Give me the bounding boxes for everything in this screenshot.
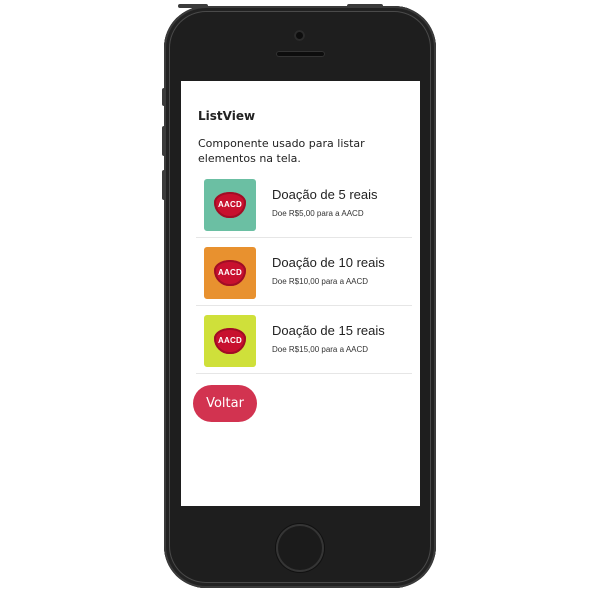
list-item-title: Doação de 15 reais: [272, 323, 385, 338]
list-item-subtitle: Doe R$15,00 para a AACD: [272, 345, 369, 354]
aacd-logo-icon: AACD: [214, 328, 246, 354]
phone-power-button: [347, 4, 383, 8]
app-screen: ListView Componente usado para listar el…: [181, 81, 420, 506]
home-button[interactable]: [276, 524, 324, 572]
list-item-title: Doação de 5 reais: [272, 187, 378, 202]
phone-mute-switch: [162, 88, 166, 106]
list-item-subtitle: Doe R$10,00 para a AACD: [272, 277, 369, 286]
page-title: ListView: [198, 109, 256, 123]
earpiece-speaker: [276, 51, 325, 57]
aacd-logo-thumbnail: AACD: [204, 179, 256, 231]
aacd-logo-icon: AACD: [214, 260, 246, 286]
phone-top-button: [178, 4, 208, 8]
aacd-logo-thumbnail: AACD: [204, 247, 256, 299]
list-item-donation-5[interactable]: AACD Doação de 5 reais Doe R$5,00 para a…: [196, 170, 412, 238]
donation-list: AACD Doação de 5 reais Doe R$5,00 para a…: [196, 170, 412, 374]
phone-volume-down-button: [162, 170, 166, 200]
back-button[interactable]: Voltar: [193, 385, 257, 422]
list-item-donation-10[interactable]: AACD Doação de 10 reais Doe R$10,00 para…: [196, 238, 412, 306]
aacd-logo-thumbnail: AACD: [204, 315, 256, 367]
list-item-subtitle: Doe R$5,00 para a AACD: [272, 209, 364, 218]
list-item-donation-15[interactable]: AACD Doação de 15 reais Doe R$15,00 para…: [196, 306, 412, 374]
list-item-title: Doação de 10 reais: [272, 255, 385, 270]
phone-volume-up-button: [162, 126, 166, 156]
aacd-logo-icon: AACD: [214, 192, 246, 218]
front-camera: [294, 30, 305, 41]
page-description: Componente usado para listar elementos n…: [198, 137, 365, 165]
